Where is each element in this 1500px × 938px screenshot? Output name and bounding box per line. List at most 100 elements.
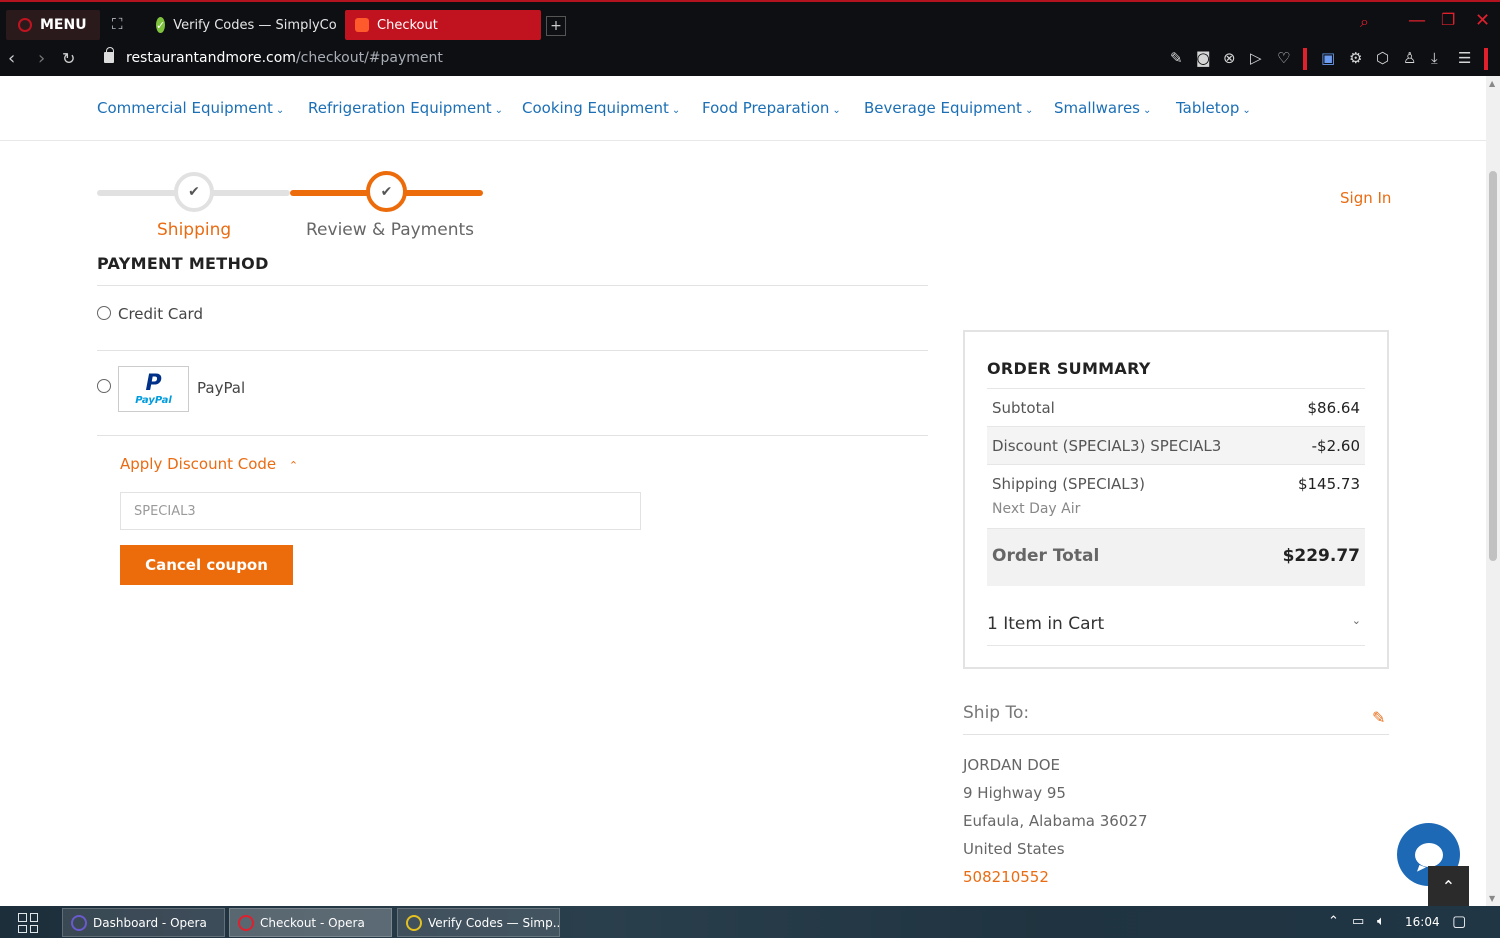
subtotal-label: Subtotal	[992, 399, 1055, 417]
close-icon[interactable]: ✕	[1475, 10, 1490, 31]
check-icon: ✔	[380, 183, 393, 200]
restore-icon[interactable]: ❐	[1441, 10, 1455, 29]
scroll-up-arrow-icon[interactable]: ▲	[1489, 79, 1495, 88]
translate-icon[interactable]: ▣	[1321, 49, 1335, 67]
lock-icon	[104, 47, 114, 63]
volume-icon[interactable]: 🔈︎	[1377, 914, 1385, 929]
paypal-p-icon: P	[145, 370, 162, 396]
nav-smallwares[interactable]: Smallwares ⌄	[1054, 99, 1151, 117]
url-field[interactable]: restaurantandmore.com/checkout/#payment	[126, 50, 443, 66]
divider	[1303, 48, 1307, 70]
reload-icon[interactable]: ↻	[62, 49, 75, 68]
items-in-cart-label: 1 Item in Cart	[987, 614, 1105, 634]
nav-beverage-equipment[interactable]: Beverage Equipment ⌄	[864, 99, 1033, 117]
divider	[1484, 48, 1488, 70]
account-icon[interactable]: ♙	[1403, 49, 1416, 67]
browser-tab-bar: MENU ⛶ ✓ Verify Codes — SimplyCo Checkou…	[0, 0, 1500, 42]
opera-logo-icon	[18, 18, 32, 32]
taskbar-dashboard-opera[interactable]: Dashboard - Opera	[62, 908, 225, 937]
order-total-label: Order Total	[992, 546, 1100, 566]
divider	[97, 350, 928, 351]
taskbar-verify-codes[interactable]: Verify Codes — Simp...	[397, 908, 560, 937]
nav-refrigeration-equipment[interactable]: Refrigeration Equipment ⌄	[308, 99, 503, 117]
shipping-method: Next Day Air	[992, 501, 1081, 517]
chevron-down-icon: ⌄	[671, 105, 681, 116]
payment-method-title: PAYMENT METHOD	[97, 254, 269, 273]
easy-setup-icon[interactable]: ☰	[1458, 49, 1471, 67]
new-tab-button[interactable]: +	[546, 16, 566, 36]
tab-verify-codes[interactable]: ✓ Verify Codes — SimplyCo	[146, 10, 340, 40]
tab-snap-icon[interactable]: ⛶	[112, 15, 123, 33]
chevron-down-icon: ⌄	[275, 105, 285, 116]
tray-chevron-up-icon[interactable]: ⌃	[1328, 914, 1339, 929]
nav-label: Cooking Equipment	[522, 99, 669, 117]
search-tabs-icon[interactable]: ⌕	[1360, 12, 1369, 32]
extension-icon[interactable]: ⚙	[1349, 49, 1362, 67]
step-label-review: Review & Payments	[306, 220, 474, 240]
tab-checkout[interactable]: Checkout	[345, 10, 541, 40]
ship-to-name: JORDAN DOE	[963, 756, 1061, 774]
browser-address-bar: ‹ › ↻ restaurantandmore.com/checkout/#pa…	[0, 42, 1500, 76]
ship-to-street: 9 Highway 95	[963, 784, 1066, 802]
camera-icon[interactable]: ◙	[1196, 49, 1211, 67]
edit-icon[interactable]: ✎	[1170, 49, 1183, 67]
chevron-up-icon: ⌃	[1441, 876, 1456, 896]
chevron-up-icon: ⌃	[288, 459, 299, 472]
subtotal-value: $86.64	[1307, 399, 1361, 417]
step-label-shipping[interactable]: Shipping	[157, 220, 231, 240]
nav-commercial-equipment[interactable]: Commercial Equipment ⌄	[97, 99, 284, 117]
page-scrollbar[interactable]: ▲ ▼	[1486, 76, 1500, 906]
download-icon[interactable]: ⤓	[1431, 49, 1438, 67]
nav-food-preparation[interactable]: Food Preparation ⌄	[702, 99, 841, 117]
order-total-row: Order Total $229.77	[987, 528, 1365, 586]
adblock-icon[interactable]: ⊗	[1223, 49, 1236, 67]
discount-code-input[interactable]	[120, 492, 641, 530]
opera-menu-button[interactable]: MENU	[6, 10, 100, 40]
cube-icon[interactable]: ⬡	[1376, 49, 1389, 67]
back-icon[interactable]: ‹	[8, 48, 15, 69]
chat-bubble-icon	[1414, 842, 1443, 867]
forward-icon[interactable]: ›	[38, 48, 45, 69]
ship-to-phone[interactable]: 508210552	[963, 868, 1049, 886]
ship-to-city: Eufaula, Alabama 36027	[963, 812, 1148, 830]
scroll-down-arrow-icon[interactable]: ▼	[1489, 894, 1495, 903]
cancel-coupon-button[interactable]: Cancel coupon	[120, 545, 293, 585]
taskbar-label: Verify Codes — Simp...	[428, 915, 560, 930]
chevron-down-icon: ⌄	[832, 105, 841, 116]
edit-pencil-icon[interactable]: ✎	[1372, 708, 1385, 727]
scroll-thumb[interactable]	[1489, 171, 1497, 561]
clock[interactable]: 16:04	[1405, 915, 1440, 929]
scroll-to-top-button[interactable]: ⌃	[1428, 866, 1469, 906]
tab-title: Checkout	[377, 17, 438, 33]
simplycodes-favicon-icon: ✓	[156, 17, 166, 33]
discount-value: -$2.60	[1311, 437, 1360, 455]
nav-tabletop[interactable]: Tabletop ⌄	[1176, 99, 1251, 117]
opera-icon	[71, 914, 87, 931]
send-icon[interactable]: ▷	[1250, 49, 1262, 67]
taskbar-label: Dashboard - Opera	[93, 915, 207, 930]
nav-cooking-equipment[interactable]: Cooking Equipment ⌄	[522, 99, 680, 117]
divider	[963, 734, 1389, 735]
paypal-radio[interactable]	[97, 379, 111, 393]
sign-in-link[interactable]: Sign In	[1340, 189, 1391, 207]
url-path: /checkout/#payment	[295, 50, 443, 66]
credit-card-radio[interactable]	[97, 306, 111, 320]
chevron-down-icon: ⌄	[1351, 614, 1361, 627]
apply-discount-toggle[interactable]: Apply Discount Code ⌃	[120, 455, 298, 473]
items-in-cart-toggle[interactable]: 1 Item in Cart ⌄	[987, 614, 1365, 646]
paypal-label[interactable]: PayPal	[197, 379, 245, 397]
paypal-wordmark: PayPal	[135, 394, 172, 406]
url-host: restaurantandmore.com	[126, 50, 296, 66]
start-grid-icon[interactable]	[18, 913, 38, 933]
notifications-icon[interactable]: ▢	[1452, 912, 1466, 930]
chevron-down-icon: ⌄	[494, 105, 504, 116]
credit-card-label[interactable]: Credit Card	[118, 305, 203, 323]
taskbar-checkout-opera[interactable]: Checkout - Opera	[229, 908, 392, 937]
minimize-icon[interactable]: —	[1408, 10, 1426, 31]
category-nav: Commercial Equipment ⌄ Refrigeration Equi…	[0, 76, 1486, 141]
page-content: Commercial Equipment ⌄ Refrigeration Equi…	[0, 76, 1486, 906]
divider	[97, 285, 928, 286]
progress-step-shipping[interactable]: ✔	[174, 172, 214, 212]
heart-icon[interactable]: ♡	[1277, 49, 1290, 67]
network-icon[interactable]: ▭	[1352, 914, 1364, 929]
